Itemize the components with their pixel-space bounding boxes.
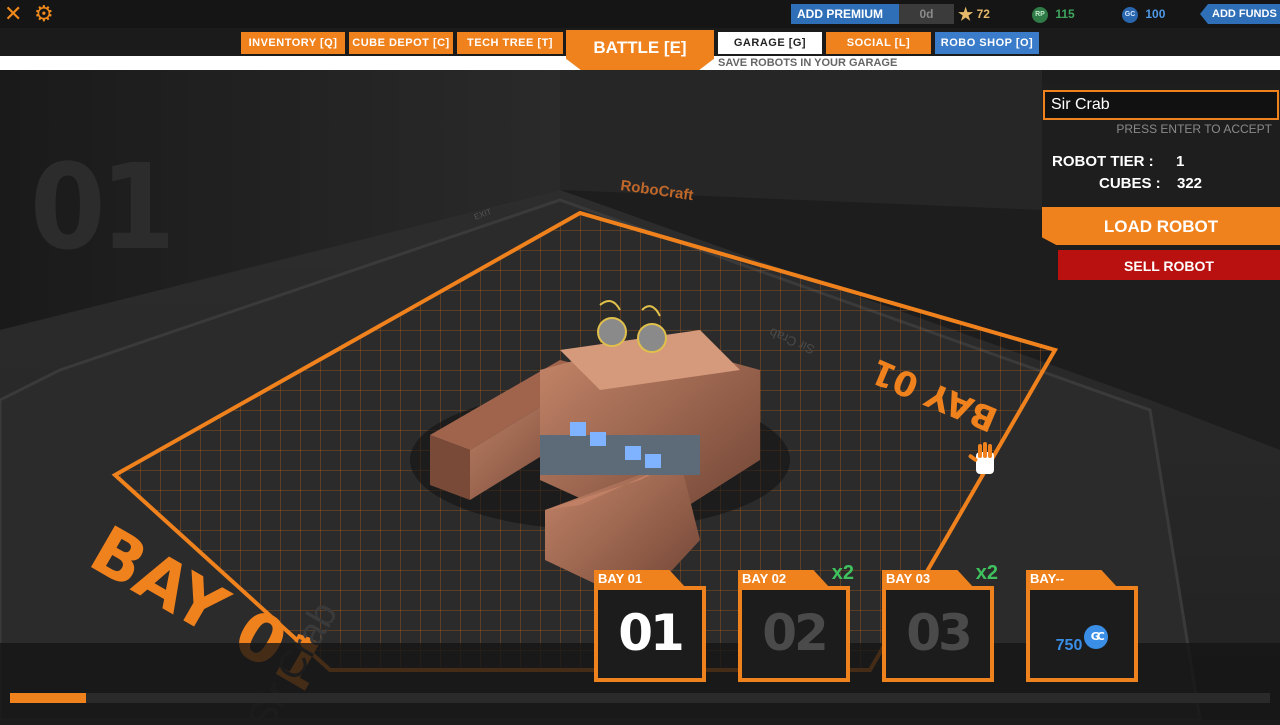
add-premium-button[interactable]: ADD PREMIUM: [791, 4, 907, 24]
robot-name-input[interactable]: [1043, 90, 1279, 120]
stars-counter: ★ 72: [958, 5, 990, 23]
robit-points-icon: RP: [1032, 6, 1048, 23]
sell-robot-button[interactable]: SELL ROBOT: [1058, 250, 1280, 280]
tab-social[interactable]: SOCIAL [L]: [826, 32, 931, 54]
cubes-value: 322: [1177, 175, 1203, 192]
close-icon[interactable]: ✕: [4, 2, 22, 26]
stars-value: 72: [976, 7, 990, 21]
top-bar: ✕ ⚙ ADD PREMIUM 0d ★ 72 RP 115 GC 100 AD…: [0, 0, 1280, 28]
bay-multiplier-badge: x2: [975, 562, 998, 584]
bay-slot-purchase[interactable]: BAY-- 750GC: [1026, 570, 1138, 682]
progress-fill: [10, 693, 86, 703]
bay-slot-03[interactable]: BAY 03 x2 03: [882, 562, 998, 682]
progress-track: [10, 693, 1270, 703]
bay-multiplier-badge: x2: [831, 562, 854, 584]
bay-slot-02[interactable]: BAY 02 x2 02: [738, 562, 854, 682]
robot-tier-value: 1: [1176, 153, 1185, 170]
tab-cube-depot[interactable]: CUBE DEPOT [C]: [349, 32, 453, 54]
robits-counter: RP 115: [1032, 5, 1075, 23]
galaxy-coin-icon: GC: [1122, 6, 1138, 23]
robot-tier-label: ROBOT TIER :: [1052, 153, 1154, 170]
settings-gear-icon[interactable]: ⚙: [34, 2, 54, 26]
garage-hint: SAVE ROBOTS IN YOUR GARAGE: [718, 57, 898, 69]
bay-number: 01: [594, 586, 706, 682]
enter-hint: PRESS ENTER TO ACCEPT: [1116, 122, 1272, 136]
galaxy-coin-icon: GC: [1084, 624, 1109, 649]
current-bay-number: 01: [30, 138, 176, 276]
tab-robo-shop[interactable]: ROBO SHOP [O]: [935, 32, 1039, 54]
tab-tech-tree[interactable]: TECH TREE [T]: [457, 32, 563, 54]
bay-slot-01[interactable]: BAY 01 01: [594, 570, 706, 682]
tab-garage[interactable]: GARAGE [G]: [718, 32, 822, 54]
load-robot-button[interactable]: LOAD ROBOT: [1042, 207, 1280, 245]
tab-inventory[interactable]: INVENTORY [Q]: [241, 32, 345, 54]
tab-battle[interactable]: BATTLE [E]: [566, 30, 714, 70]
premium-days-remaining: 0d: [899, 4, 954, 24]
bay-price-value: 750: [1055, 637, 1083, 654]
galaxy-coins-value: 100: [1145, 7, 1166, 21]
galaxy-coins-counter: GC 100: [1122, 5, 1165, 23]
bay-price: 750GC: [1026, 586, 1138, 682]
bay-number: 02: [738, 586, 850, 682]
cubes-label: CUBES :: [1099, 175, 1161, 192]
bay-number: 03: [882, 586, 994, 682]
star-icon: ★: [958, 4, 974, 24]
add-funds-button[interactable]: ADD FUNDS: [1200, 4, 1280, 24]
robits-value: 115: [1055, 7, 1075, 21]
